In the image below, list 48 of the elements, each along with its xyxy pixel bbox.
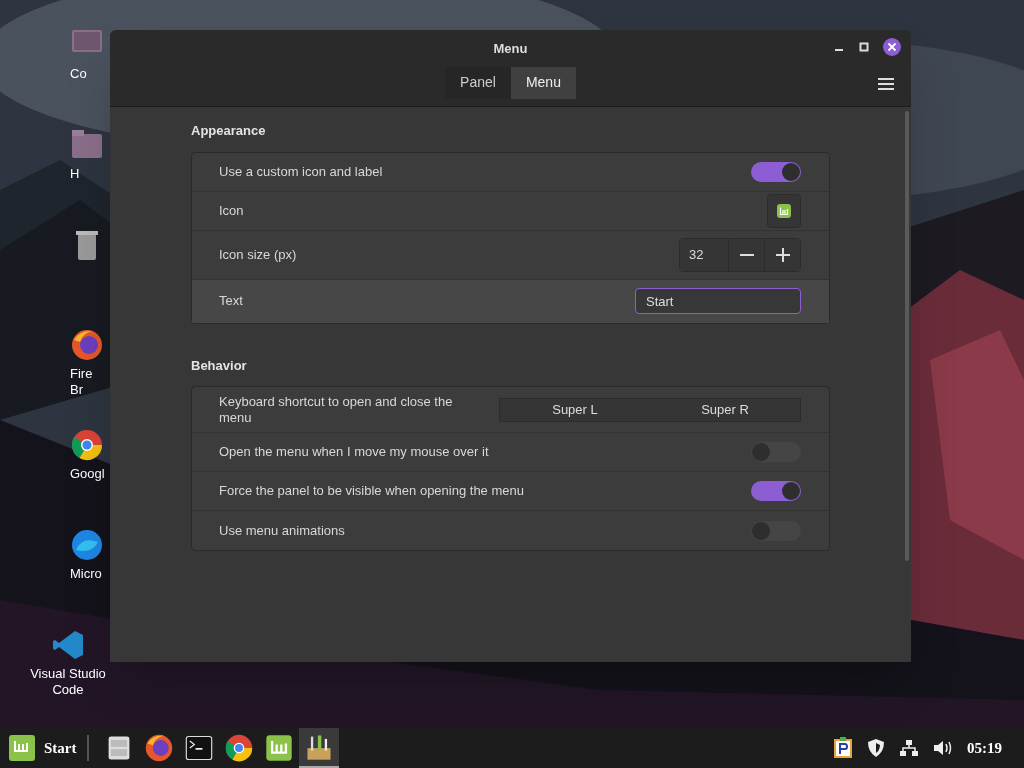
start-button[interactable]: Start <box>0 728 87 768</box>
menu-icon[interactable] <box>878 77 894 91</box>
clipboard-icon[interactable] <box>833 737 853 759</box>
toggle-switch[interactable] <box>751 442 801 462</box>
setting-label: Text <box>219 293 243 309</box>
globe-icon <box>143 733 174 763</box>
mint-icon <box>263 733 294 763</box>
clock[interactable]: 05:19 <box>967 736 1002 760</box>
setting-label: Icon <box>219 202 244 219</box>
taskbar-app[interactable] <box>298 728 339 768</box>
icon-label: Fire Br <box>70 366 94 398</box>
setting-label: Use a custom icon and label <box>219 163 383 180</box>
toggle-switch[interactable] <box>751 161 801 182</box>
shortcut-button[interactable]: Super L <box>500 398 650 421</box>
shortcut-button[interactable]: Super R <box>650 398 800 421</box>
terminal-icon <box>183 733 214 763</box>
code-icon[interactable] <box>51 628 85 662</box>
globe-icon[interactable] <box>70 328 104 362</box>
network-icon[interactable] <box>899 739 919 757</box>
circle-icon[interactable] <box>70 528 104 562</box>
tab[interactable]: Panel <box>445 66 511 99</box>
maximize-icon[interactable] <box>858 41 870 53</box>
setting-label: Use menu animations <box>219 522 345 539</box>
icon-label: Co <box>70 66 88 82</box>
setting-label: Open the menu when I move my mouse over it <box>219 444 489 460</box>
chrome-icon <box>223 733 254 763</box>
icon-label: Googl <box>70 466 106 482</box>
mint-icon <box>777 203 791 218</box>
icon-label: Visual Studio Code <box>30 666 106 698</box>
tab[interactable]: Menu <box>510 66 576 99</box>
toggle-switch[interactable] <box>751 520 801 541</box>
icon-label: Micro <box>70 566 103 582</box>
mint-icon <box>8 734 36 762</box>
chrome-icon[interactable] <box>70 428 104 462</box>
icon-button[interactable] <box>767 193 801 228</box>
setting-label: Force the panel to be visible when opening the menu <box>219 483 524 499</box>
section-title: Appearance <box>191 122 267 140</box>
shield-icon[interactable] <box>867 738 885 758</box>
volume-icon[interactable] <box>933 739 953 757</box>
scrollbar[interactable] <box>905 111 909 561</box>
close-icon[interactable] <box>883 38 901 56</box>
text-field[interactable]: Start <box>635 288 801 314</box>
toggle-switch[interactable] <box>751 481 801 501</box>
section-title: Behavior <box>191 356 248 375</box>
setting-label: Keyboard shortcut to open and close the menu <box>219 393 454 426</box>
setting-label: Icon size (px) <box>219 246 297 263</box>
window-title: Menu <box>493 40 528 58</box>
icon-label: H <box>70 166 81 182</box>
